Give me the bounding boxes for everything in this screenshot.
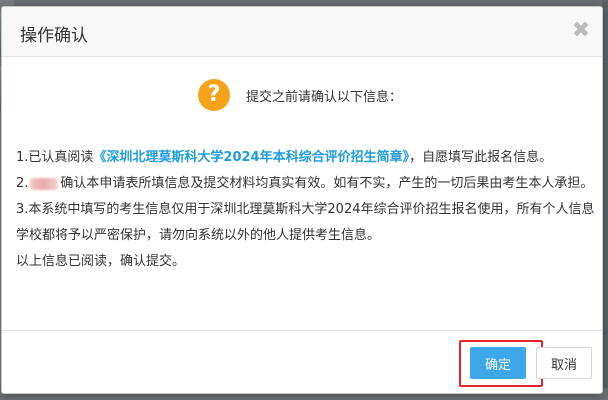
terms-line-1-prefix: 1.已认真阅读 (16, 150, 94, 165)
terms-line-2: 2. 确认本申请表所填信息及提交材料均真实有效。如有不实，产生的一切后果由考生本人… (16, 171, 596, 197)
terms-line-1-suffix: ，自愿填写此报名信息。 (409, 150, 553, 165)
dialog-title: 操作确认 (20, 26, 88, 46)
confirm-dialog: 操作确认 ✖ ? 提交之前请确认以下信息： 1.已认真阅读《深圳北理莫斯科大学2… (1, 6, 603, 394)
terms-line-1: 1.已认真阅读《深圳北理莫斯科大学2024年本科综合评价招生简章》，自愿填写此报… (16, 145, 596, 171)
question-circle-icon: ? (198, 79, 230, 111)
redacted-name (30, 177, 59, 190)
terms-line-2-prefix: 2. (16, 176, 29, 191)
confirm-button[interactable]: 确定 (470, 347, 526, 379)
close-icon[interactable]: ✖ (570, 20, 592, 42)
cancel-button[interactable]: 取消 (536, 347, 592, 379)
prompt-text: 提交之前请确认以下信息： (246, 90, 403, 105)
terms-line-2-text: 确认本申请表所填信息及提交材料均真实有效。如有不实，产生的一切后果由考生本人承担… (60, 176, 594, 191)
dialog-header: 操作确认 ✖ (2, 7, 602, 57)
prompt-row: ? 提交之前请确认以下信息： (2, 77, 602, 117)
terms-content: 1.已认真阅读《深圳北理莫斯科大学2024年本科综合评价招生简章》，自愿填写此报… (16, 145, 596, 275)
admission-guide-link[interactable]: 《深圳北理莫斯科大学2024年本科综合评价招生简章》 (93, 150, 409, 165)
terms-line-4: 以上信息已阅读，确认提交。 (16, 254, 186, 269)
dialog-footer: 确定 取消 (2, 330, 602, 393)
terms-line-3: 3.本系统中填写的考生信息仅用于深圳北理莫斯科大学2024年综合评价招生报名使用… (16, 202, 595, 243)
